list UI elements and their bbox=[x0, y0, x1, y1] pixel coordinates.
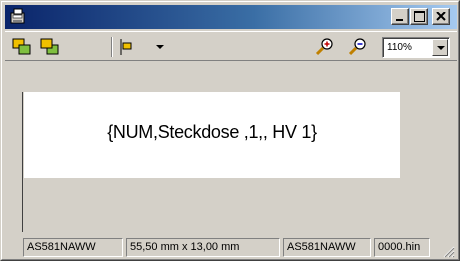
zoom-select[interactable]: 110% bbox=[382, 37, 450, 58]
send-to-back-button[interactable] bbox=[39, 37, 61, 57]
zoom-in-icon bbox=[315, 38, 333, 56]
close-button[interactable] bbox=[432, 8, 450, 25]
status-printer-2: AS581NAWW bbox=[283, 238, 371, 257]
canvas-edge bbox=[22, 92, 23, 232]
close-icon bbox=[436, 12, 446, 21]
align-left-icon bbox=[120, 39, 132, 55]
zoom-out-icon bbox=[348, 38, 366, 56]
label-text: {NUM,Steckdose ,1,, HV 1} bbox=[107, 122, 317, 142]
toolbar: 110% bbox=[5, 31, 457, 61]
status-printer: AS581NAWW bbox=[23, 238, 123, 257]
bring-to-front-button[interactable] bbox=[11, 37, 33, 57]
zoom-value: 110% bbox=[387, 42, 412, 53]
title-bar[interactable] bbox=[5, 5, 457, 29]
window-frame: 110% {NUM,Steckdose ,1,, HV 1} AS581NAWW… bbox=[1, 1, 459, 260]
zoom-out-button[interactable] bbox=[347, 37, 369, 57]
minimize-button[interactable] bbox=[391, 8, 409, 25]
zoom-dropdown-button[interactable] bbox=[432, 39, 448, 56]
zoom-in-button[interactable] bbox=[314, 37, 336, 57]
status-size: 55,50 mm x 13,00 mm bbox=[126, 238, 280, 257]
app-icon[interactable] bbox=[9, 8, 27, 26]
status-file: 0000.hin bbox=[374, 238, 430, 257]
label-preview[interactable]: {NUM,Steckdose ,1,, HV 1} bbox=[24, 92, 400, 178]
dropdown-arrow-icon[interactable] bbox=[156, 45, 164, 49]
align-left-button[interactable] bbox=[117, 37, 139, 57]
resize-grip-icon[interactable] bbox=[441, 244, 455, 258]
app-window: 110% {NUM,Steckdose ,1,, HV 1} AS581NAWW… bbox=[0, 0, 460, 261]
status-bar: AS581NAWW 55,50 mm x 13,00 mm AS581NAWW … bbox=[5, 236, 457, 258]
toolbar-separator bbox=[111, 37, 113, 57]
bring-to-front-icon bbox=[12, 38, 31, 55]
send-to-back-icon bbox=[40, 38, 59, 55]
maximize-button[interactable] bbox=[410, 8, 428, 25]
